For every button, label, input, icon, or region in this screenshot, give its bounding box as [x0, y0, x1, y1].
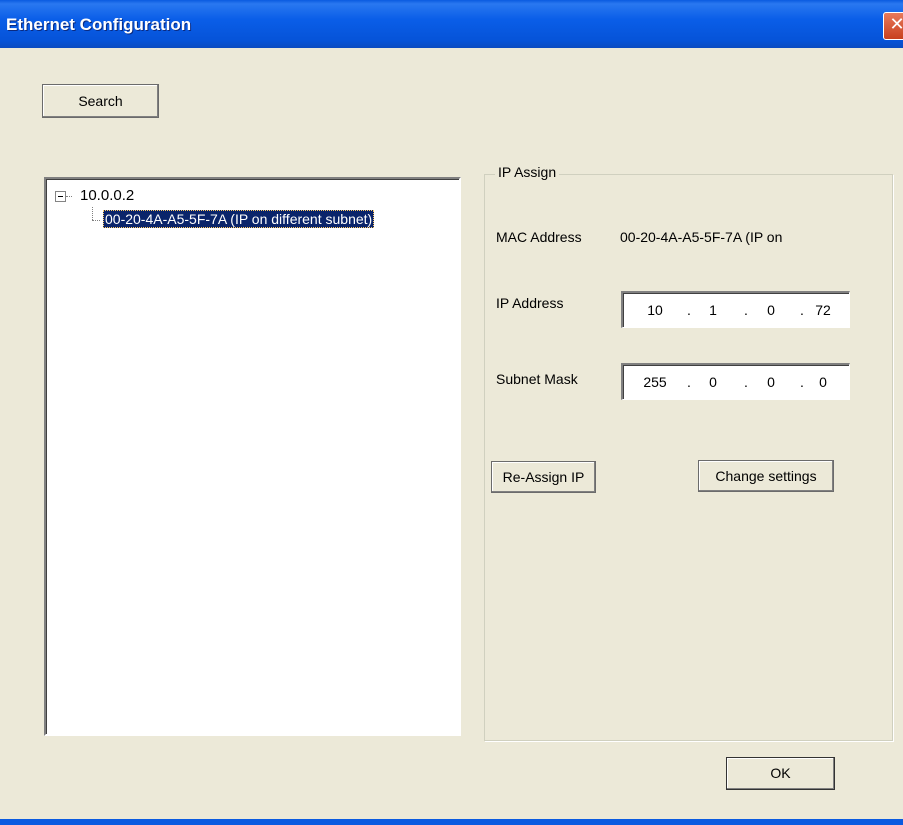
ip-octet-3[interactable]: 0 — [751, 302, 791, 318]
window-title: Ethernet Configuration — [6, 15, 192, 34]
ip-address-label: IP Address — [496, 295, 564, 311]
mac-address-value: 00-20-4A-A5-5F-7A (IP on — [620, 229, 783, 245]
close-button[interactable]: ✕ — [883, 12, 903, 40]
change-settings-button[interactable]: Change settings — [698, 460, 834, 492]
mask-octet-1[interactable]: 255 — [635, 374, 675, 390]
mask-dot-separator: . — [744, 374, 748, 390]
ip-assign-group-title: IP Assign — [495, 164, 560, 180]
tree-collapse-icon[interactable] — [55, 191, 66, 202]
tree-connector — [92, 220, 100, 221]
subnet-mask-label: Subnet Mask — [496, 371, 578, 387]
ip-octet-2[interactable]: 1 — [693, 302, 733, 318]
reassign-ip-button[interactable]: Re-Assign IP — [491, 461, 596, 493]
window-frame-bottom — [0, 819, 903, 825]
tree-connector — [92, 207, 93, 220]
ip-address-field[interactable]: 10 . 1 . 0 . 72 — [621, 291, 850, 328]
mask-dot-separator: . — [687, 374, 691, 390]
mask-octet-3[interactable]: 0 — [751, 374, 791, 390]
mask-octet-2[interactable]: 0 — [693, 374, 733, 390]
ethernet-config-dialog: Ethernet Configuration ✕ Search 10.0.0.2… — [0, 0, 903, 825]
title-bar[interactable]: Ethernet Configuration ✕ — [0, 0, 903, 48]
ip-octet-4[interactable]: 72 — [803, 302, 843, 318]
tree-connector — [66, 196, 72, 197]
mac-address-label: MAC Address — [496, 229, 582, 245]
mask-octet-4[interactable]: 0 — [803, 374, 843, 390]
ip-dot-separator: . — [687, 302, 691, 318]
ip-assign-group — [484, 174, 893, 741]
search-button[interactable]: Search — [42, 84, 159, 118]
close-icon: ✕ — [889, 14, 903, 35]
tree-child-item-selected[interactable]: 00-20-4A-A5-5F-7A (IP on different subne… — [103, 210, 375, 228]
ip-octet-1[interactable]: 10 — [635, 302, 675, 318]
device-tree[interactable]: 10.0.0.2 00-20-4A-A5-5F-7A (IP on differ… — [44, 177, 461, 736]
subnet-mask-field[interactable]: 255 . 0 . 0 . 0 — [621, 363, 850, 400]
tree-root-item[interactable]: 10.0.0.2 — [80, 187, 134, 204]
ip-dot-separator: . — [744, 302, 748, 318]
ok-button[interactable]: OK — [726, 757, 835, 790]
